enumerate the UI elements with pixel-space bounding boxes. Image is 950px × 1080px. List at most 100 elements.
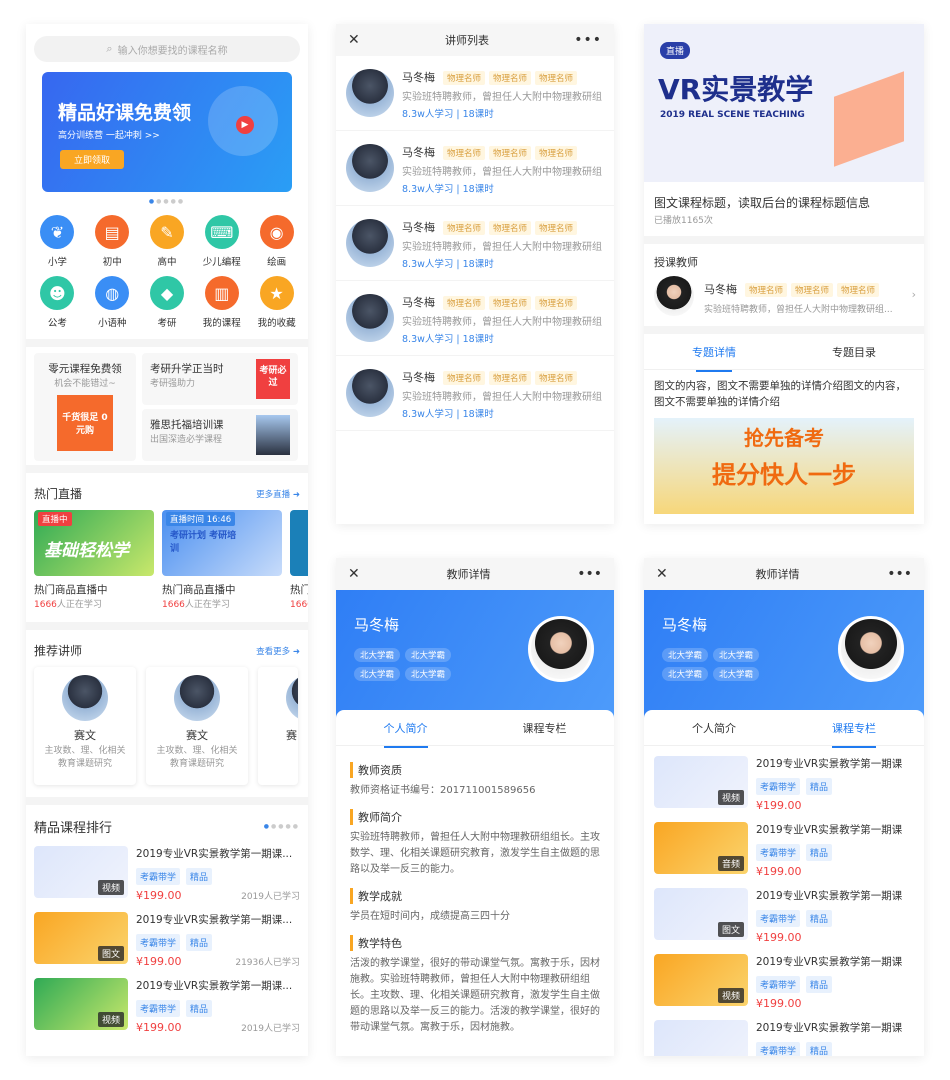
category-item[interactable]: ◉ 绘画 (249, 215, 304, 268)
course-item[interactable]: 视频 2019专业VR实景教学第一期课 考霸带学 精品 ¥199.00 (654, 948, 914, 1014)
teacher-detail-courses-screen: ✕ 教师详情 ••• 马冬梅 北大学霸 北大学霸 北大学霸 北大学霸 个人简介 … (644, 558, 924, 1056)
ranking-item[interactable]: 图文 2019专业VR实景教学第一期课... 考霸带学 精品 ¥199.00 219… (26, 908, 308, 974)
media-label: 视频 (97, 880, 124, 895)
course-item[interactable]: 视频 2019专业VR实景教学第一期课 考霸带学 精品 ¥199.00 (654, 750, 914, 816)
teacher-card[interactable]: 赛文 主攻数、理、化相关 教育课题研究 (34, 667, 136, 785)
category-item[interactable]: ◍ 小语种 (85, 276, 140, 329)
teacher-avatar (528, 616, 594, 682)
more-icon[interactable]: ••• (887, 566, 912, 582)
media-label: 图文 (97, 946, 124, 961)
tab-topic-detail[interactable]: 专题详情 (644, 344, 784, 372)
teacher-card[interactable]: 赛 (258, 667, 298, 785)
teacher-row[interactable]: 马冬梅 物理名师 物理名师 物理名师 实验班特聘教师，曾担任人大附中物理教研组... … (336, 131, 614, 206)
teacher-avatar (62, 675, 108, 721)
chevron-right-icon: › (911, 288, 916, 301)
course-list: 视频 2019专业VR实景教学第一期课 考霸带学 精品 ¥199.00 音频 20… (644, 746, 924, 1056)
course-item[interactable]: 音频 2019专业VR实景教学第一期课 考霸带学 精品 ¥199.00 (654, 816, 914, 882)
more-icon[interactable]: ••• (574, 32, 602, 48)
intro-section: 教师资质 教师资格证书编号：201711001589656 (350, 762, 600, 799)
course-item[interactable]: 图文 2019专业VR实景教学第一期课 考霸带学 精品 ¥199.00 (654, 882, 914, 948)
banner-subtitle: 高分训练营 一起冲刺 >> (58, 131, 160, 141)
search-bar[interactable]: ⌕ 输入你想要找的课程名称 (34, 36, 300, 62)
palette-icon: ◉ (259, 215, 294, 249)
ranking-item[interactable]: 视频 2019专业VR实景教学第一期课... 考霸带学 精品 ¥199.00 201… (26, 974, 308, 1040)
category-item[interactable]: ◆ 考研 (140, 276, 195, 329)
teacher-tag: 物理名师 (443, 146, 486, 160)
close-icon[interactable]: ✕ (348, 32, 360, 48)
banner[interactable]: 精品好课免费领 高分训练营 一起冲刺 >> 立即领取 ▶ (42, 72, 292, 192)
category-item[interactable]: ⌨ 少儿编程 (194, 215, 249, 268)
course-tag: 考霸带学 (756, 976, 801, 993)
teacher-card[interactable]: 赛文 主攻数、理、化相关 教育课题研究 (146, 667, 248, 785)
category-item[interactable]: ☻ 公考 (30, 276, 85, 329)
media-label: 视频 (97, 1012, 124, 1027)
badge-list: 北大学霸 北大学霸 北大学霸 北大学霸 (354, 648, 494, 681)
teacher-row[interactable]: 马冬梅 物理名师 物理名师 物理名师 实验班特聘教师，曾担任人大附中物理教研组... … (336, 281, 614, 356)
course-tag: 考霸带学 (756, 910, 801, 927)
tab-courses[interactable]: 课程专栏 (784, 720, 924, 748)
tab-topic-catalog[interactable]: 专题目录 (784, 344, 924, 360)
teacher-name: 马冬梅 (704, 282, 737, 296)
category-item[interactable]: ▥ 我的课程 (194, 276, 249, 329)
live-item[interactable]: 直播时间 16:46 考研计划 考研培训 热门商品直播中 1666人正在学习 (162, 510, 282, 610)
kaoyan-card[interactable]: 考研升学正当时 考研强助力 考研必过 (142, 353, 298, 405)
teacher-avatar (654, 276, 694, 316)
live-item[interactable]: 热门 1666人正 (290, 510, 308, 610)
free-course-card[interactable]: 零元课程免费领 机会不能错过~ 千货很足 0元购 (34, 353, 136, 461)
category-item[interactable]: ❦ 小学 (30, 215, 85, 268)
course-price: ¥199.00 (756, 799, 802, 812)
teacher-stats: 8.3w人学习 | 18课时 (402, 334, 494, 345)
more-teachers-link[interactable]: 查看更多 ➜ (256, 645, 300, 657)
detail-content: 图文的内容，图文不需要单独的详情介绍图文的内容，图文不需要单独的详情介绍 (654, 380, 906, 408)
teacher-tag: 物理名师 (535, 371, 578, 385)
open-book-icon: ▥ (204, 276, 239, 310)
course-item[interactable]: 2019专业VR实景教学第一期课 考霸带学 精品 (654, 1014, 914, 1056)
category-label: 绘画 (267, 257, 287, 268)
tab-intro[interactable]: 个人简介 (336, 720, 475, 748)
badge: 北大学霸 (662, 667, 709, 681)
ielts-card[interactable]: 雅思托福培训课 出国深造必学课程 (142, 409, 298, 461)
ranking-item[interactable]: 视频 2019专业VR实景教学第一期课... 考霸带学 精品 ¥199.00 201… (26, 842, 308, 908)
page-title: 教师详情 (755, 568, 800, 581)
free-course-image: 千货很足 0元购 (57, 395, 113, 451)
profile-header: 马冬梅 北大学霸 北大学霸 北大学霸 北大学霸 (336, 590, 614, 718)
category-item[interactable]: ✎ 高中 (140, 215, 195, 268)
teacher-row[interactable]: 马冬梅 物理名师 物理名师 物理名师 实验班特聘教师，曾担任人大附中物理教研组... … (336, 356, 614, 431)
section-heading: 教学特色 (350, 935, 600, 951)
close-icon[interactable]: ✕ (656, 566, 668, 582)
teacher-row[interactable]: 马冬梅 物理名师 物理名师 物理名师 实验班特聘教师，曾担任人大附中物理教研组... … (644, 276, 924, 316)
teacher-stats: 8.3w人学习 | 18课时 (402, 259, 494, 270)
book-icon: ▤ (95, 215, 130, 249)
teacher-tag: 物理名师 (443, 371, 486, 385)
live-count: 1666人正在学习 (34, 600, 102, 610)
teacher-name: 马冬梅 (402, 296, 435, 309)
teacher-desc: 实验班特聘教师，曾担任人大附中物理教研组... (402, 392, 602, 403)
course-tag: 精品 (806, 1042, 833, 1056)
media-label: 视频 (717, 790, 744, 805)
teacher-name: 马冬梅 (354, 616, 400, 634)
close-icon[interactable]: ✕ (348, 566, 360, 582)
banner-claim-button[interactable]: 立即领取 (60, 150, 125, 169)
poster-line2: 提分快人一步 (712, 461, 856, 489)
course-price: ¥199.00 (136, 1021, 182, 1034)
badge: 北大学霸 (713, 648, 760, 662)
teacher-name: 马冬梅 (402, 371, 435, 384)
section-heading: 教学成就 (350, 888, 600, 904)
more-live-link[interactable]: 更多直播 ➜ (256, 488, 300, 500)
category-label: 高中 (157, 257, 177, 268)
poster-image: 抢先备考 提分快人一步 (654, 418, 914, 514)
tab-courses[interactable]: 课程专栏 (475, 720, 614, 736)
category-item[interactable]: ▤ 初中 (85, 215, 140, 268)
teacher-avatar (346, 369, 394, 417)
section-text: 活泼的教学课堂，很好的带动课堂气氛。寓教于乐，因材施教。实验班特聘教师，曾担任人… (350, 958, 600, 1033)
tab-intro[interactable]: 个人简介 (644, 720, 784, 736)
teacher-avatar (346, 219, 394, 267)
category-item[interactable]: ★ 我的收藏 (249, 276, 304, 329)
live-item[interactable]: 直播中 基础轻松学 热门商品直播中 1666人正在学习 (34, 510, 154, 610)
live-list: 直播中 基础轻松学 热门商品直播中 1666人正在学习 直播时间 16:46 考… (26, 510, 308, 610)
more-icon[interactable]: ••• (577, 566, 602, 582)
live-badge: 直播中 (38, 512, 72, 526)
teacher-row[interactable]: 马冬梅 物理名师 物理名师 物理名师 实验班特聘教师，曾担任人大附中物理教研组... … (336, 56, 614, 131)
teacher-row[interactable]: 马冬梅 物理名师 物理名师 物理名师 实验班特聘教师，曾担任人大附中物理教研组... … (336, 206, 614, 281)
teacher-avatar (286, 675, 298, 721)
